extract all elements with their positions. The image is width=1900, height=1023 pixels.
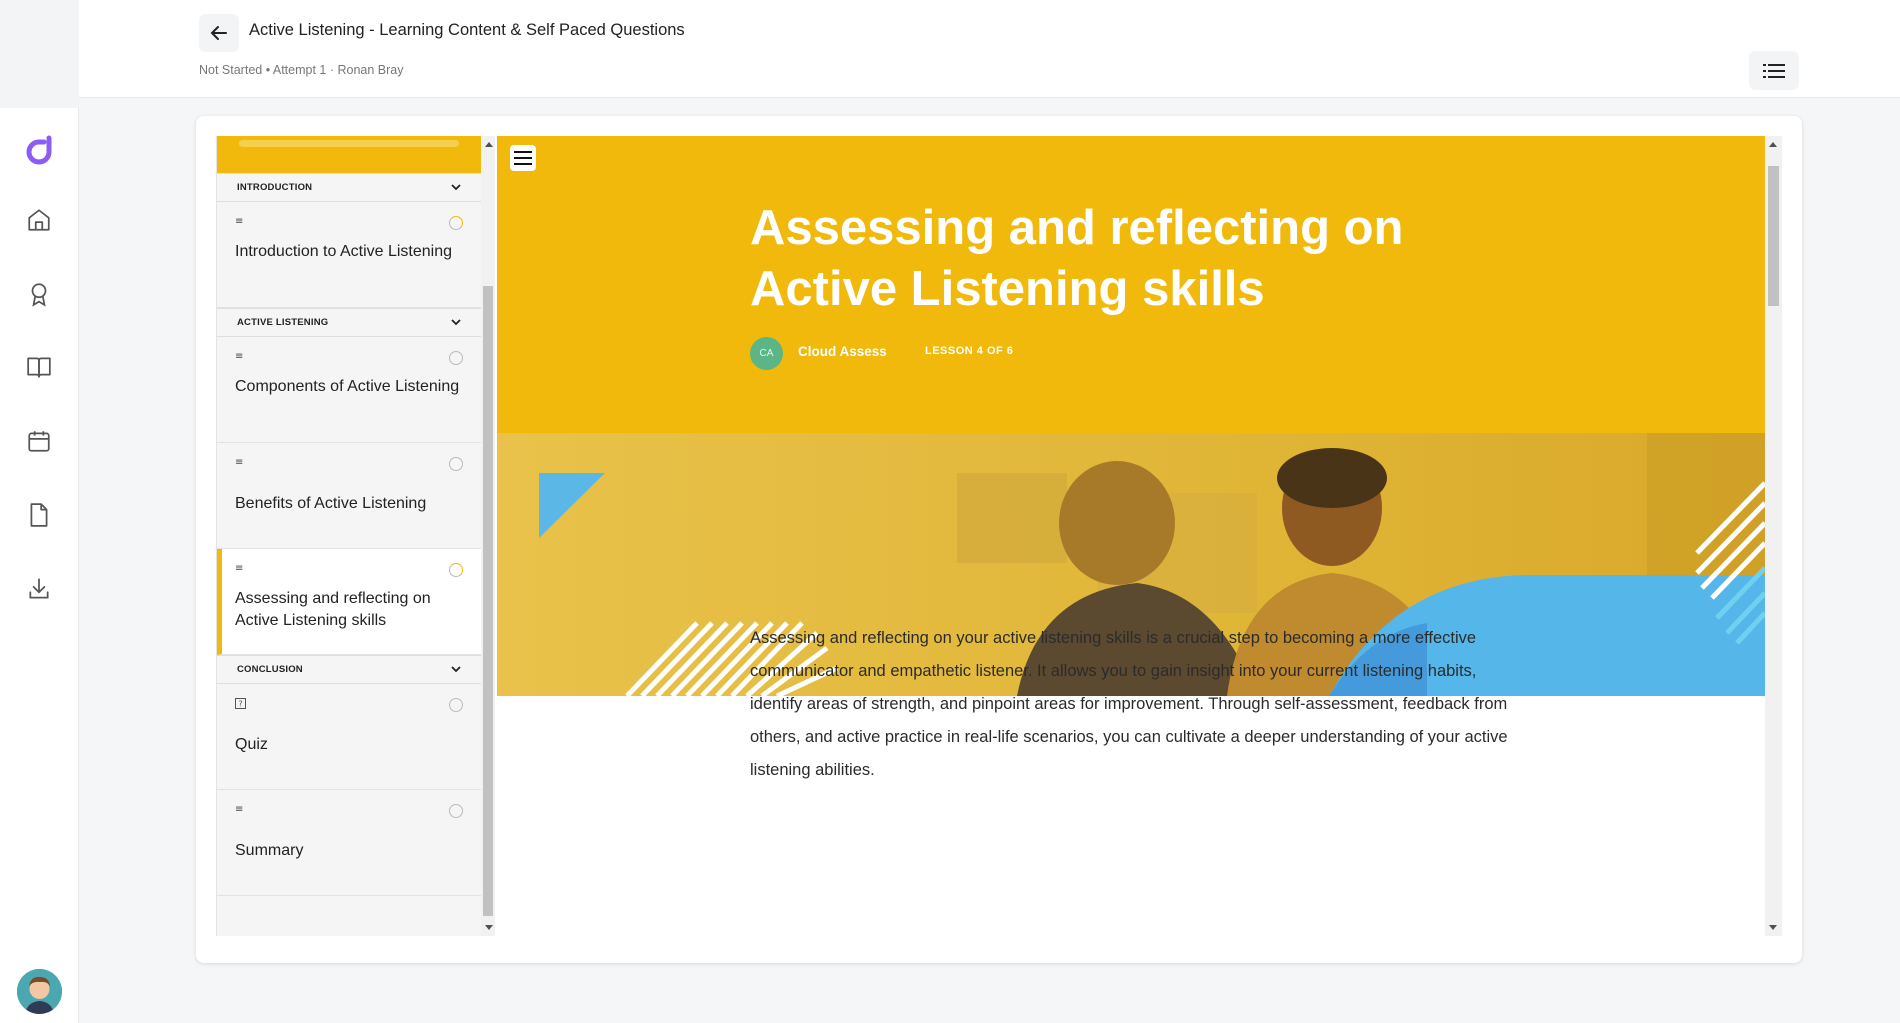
list-menu-button[interactable] xyxy=(1749,51,1799,90)
chevron-down-icon xyxy=(451,319,461,326)
file-icon[interactable] xyxy=(26,502,52,528)
lesson-title-heading: Assessing and reflecting on Active Liste… xyxy=(750,201,1404,316)
text-lesson-icon: ≡ xyxy=(235,351,244,362)
section-title: ACTIVE LISTENING xyxy=(237,317,329,328)
lesson-item-active[interactable]: ≡ Assessing and reflecting on Active Lis… xyxy=(217,549,481,655)
progress-ring-icon xyxy=(449,457,463,471)
progress-bar xyxy=(239,140,459,147)
lesson-item[interactable]: ≡ Summary xyxy=(217,790,481,896)
page-title: Active Listening - Learning Content & Se… xyxy=(249,21,685,39)
section-conclusion[interactable]: CONCLUSION xyxy=(217,655,481,684)
text-lesson-icon: ≡ xyxy=(235,216,244,227)
quiz-icon: ? xyxy=(235,698,246,712)
section-introduction[interactable]: INTRODUCTION xyxy=(217,173,481,202)
scroll-up-icon[interactable] xyxy=(485,142,493,147)
scroll-down-icon[interactable] xyxy=(485,925,493,930)
lesson-item[interactable]: ≡ Benefits of Active Listening xyxy=(217,443,481,549)
progress-ring-icon xyxy=(449,216,463,230)
chevron-down-icon xyxy=(451,666,461,673)
lesson-counter: LESSON 4 OF 6 xyxy=(925,345,1014,357)
progress-ring-icon xyxy=(449,563,463,577)
attempt-meta: Not Started • Attempt 1 · Ronan Bray xyxy=(199,63,404,77)
section-title: CONCLUSION xyxy=(237,664,303,675)
lesson-body-text: Assessing and reflecting on your active … xyxy=(750,629,1508,779)
rail-top-area xyxy=(0,0,79,108)
list-icon xyxy=(1763,63,1785,78)
text-lesson-icon: ≡ xyxy=(235,563,244,574)
award-icon[interactable] xyxy=(26,281,52,307)
text-lesson-icon: ≡ xyxy=(235,457,244,468)
lesson-title: Summary xyxy=(235,842,304,859)
hamburger-icon xyxy=(514,151,532,165)
hamburger-menu-button[interactable] xyxy=(510,145,536,171)
svg-text:?: ? xyxy=(238,700,242,709)
progress-ring-icon xyxy=(449,804,463,818)
download-icon[interactable] xyxy=(26,576,52,602)
lesson-title: Components of Active Listening xyxy=(235,378,460,395)
scroll-up-icon[interactable] xyxy=(1769,142,1777,147)
lesson-item[interactable]: ? Quiz xyxy=(217,684,481,790)
user-avatar[interactable] xyxy=(17,969,62,1014)
lesson-title: Quiz xyxy=(235,736,268,753)
chevron-down-icon xyxy=(451,184,461,191)
author-avatar: CA xyxy=(750,337,783,370)
arrow-left-icon xyxy=(210,26,227,40)
lesson-item[interactable]: ≡ Components of Active Listening xyxy=(217,337,481,443)
home-icon[interactable] xyxy=(26,207,52,233)
progress-ring-icon xyxy=(449,351,463,365)
back-button[interactable] xyxy=(199,14,239,52)
progress-ring-icon xyxy=(449,698,463,712)
lesson-hero: Assessing and reflecting on Active Liste… xyxy=(497,136,1765,433)
author-name: Cloud Assess xyxy=(798,344,887,359)
text-lesson-icon: ≡ xyxy=(235,804,244,815)
lesson-title: Assessing and reflecting on Active Liste… xyxy=(235,590,431,629)
section-active-listening[interactable]: ACTIVE LISTENING xyxy=(217,308,481,337)
scrollbar-thumb[interactable] xyxy=(483,286,493,916)
book-icon[interactable] xyxy=(26,354,52,380)
scroll-down-icon[interactable] xyxy=(1769,925,1777,930)
section-title: INTRODUCTION xyxy=(237,182,313,193)
app-rail xyxy=(0,0,79,1023)
lesson-outline: INTRODUCTION ≡ Introduction to Active Li… xyxy=(216,136,481,936)
lesson-title: Benefits of Active Listening xyxy=(235,495,427,512)
lesson-content: Assessing and reflecting on Active Liste… xyxy=(497,136,1765,936)
app-logo[interactable] xyxy=(22,132,56,166)
lesson-title: Introduction to Active Listening xyxy=(235,243,453,260)
content-scrollbar[interactable] xyxy=(1765,136,1782,936)
calendar-icon[interactable] xyxy=(26,428,52,454)
scrollbar-thumb[interactable] xyxy=(1768,166,1779,306)
top-header: Active Listening - Learning Content & Se… xyxy=(79,0,1900,98)
outline-progress-header xyxy=(217,136,481,173)
outline-scrollbar[interactable] xyxy=(481,136,495,936)
lesson-item[interactable]: ≡ Introduction to Active Listening xyxy=(217,202,481,308)
